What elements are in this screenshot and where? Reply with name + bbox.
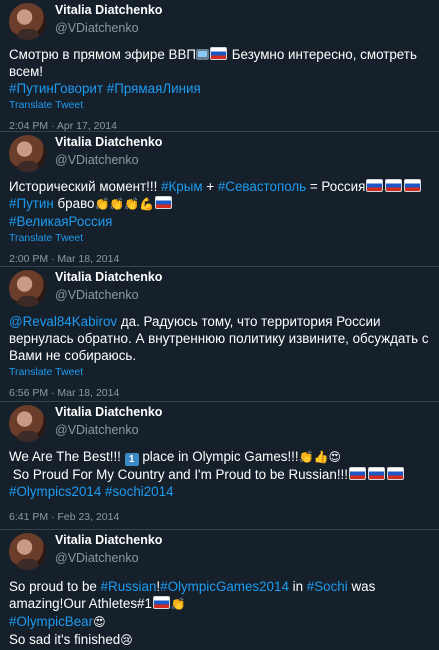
russia-flag-icon (210, 47, 228, 60)
tweet-text: Смотрю в прямом эфире ВВП Безумно интере… (9, 47, 421, 96)
russia-flag-icon (155, 196, 173, 209)
clapping-hands-icon: 👏 (170, 597, 186, 611)
tweet[interactable]: Vitalia Diatchenko @VDiatchenko @Reval84… (0, 267, 439, 402)
tweet[interactable]: Vitalia Diatchenko @VDiatchenko Смотрю в… (0, 0, 439, 132)
russia-flag-icon (152, 596, 170, 609)
thumbs-up-icon: 👍 (313, 450, 329, 464)
hashtag-link[interactable]: #Путин (9, 196, 54, 211)
avatar[interactable] (9, 405, 46, 442)
hashtag-link[interactable]: #ВеликаяРоссия (9, 214, 112, 229)
tweet[interactable]: Vitalia Diatchenko @VDiatchenko Историче… (0, 132, 439, 267)
author-handle[interactable]: @VDiatchenko (55, 153, 139, 167)
flexed-biceps-icon: 💪 (139, 197, 155, 211)
avatar[interactable] (9, 3, 46, 40)
tv-icon (196, 49, 210, 60)
avatar[interactable] (9, 270, 46, 307)
author-handle[interactable]: @VDiatchenko (55, 423, 139, 437)
sad-face-icon: 😢 (120, 633, 133, 647)
author-handle[interactable]: @VDiatchenko (55, 21, 139, 35)
russia-flag-icon (348, 467, 366, 480)
tweet[interactable]: Vitalia Diatchenko @VDiatchenko We Are T… (0, 402, 439, 530)
author-name[interactable]: Vitalia Diatchenko (55, 270, 162, 284)
keycap-one-icon: 1 (124, 453, 139, 466)
hashtag-link[interactable]: #Russian (101, 579, 157, 594)
hashtag-link[interactable]: #Olympics2014 (9, 484, 101, 499)
russia-flag-icon (386, 467, 404, 480)
hashtag-link[interactable]: #ПутинГоворит (9, 81, 103, 96)
russia-flag-icon (366, 179, 384, 192)
author-name[interactable]: Vitalia Diatchenko (55, 533, 162, 547)
heart-eyes-icon: 😍 (328, 450, 342, 464)
heart-eyes-icon: 😍 (93, 615, 106, 629)
hashtag-link[interactable]: #Крым (161, 179, 203, 194)
hashtag-link[interactable]: #OlympicBear (9, 614, 93, 629)
translate-tweet-link[interactable]: Translate Tweet (9, 99, 431, 111)
translate-tweet-link[interactable]: Translate Tweet (9, 366, 431, 378)
tweet-text: So proud to be #Russian!#OlympicGames201… (9, 579, 380, 647)
hashtag-link[interactable]: #ПрямаяЛиния (107, 81, 201, 96)
clapping-hands-icon: 👏 (298, 450, 314, 464)
author-name[interactable]: Vitalia Diatchenko (55, 3, 162, 17)
tweet-timestamp[interactable]: 2:04 PM · Apr 17, 2014 (9, 120, 431, 132)
tweet-timestamp[interactable]: 6:41 PM · Feb 23, 2014 (9, 511, 431, 523)
hashtag-link[interactable]: #OlympicGames2014 (160, 579, 289, 594)
translate-tweet-link[interactable]: Translate Tweet (9, 232, 431, 244)
tweet-text: @Reval84Kabirov да. Радуюсь тому, что те… (9, 314, 433, 363)
russia-flag-icon (367, 467, 385, 480)
hashtag-link[interactable]: #sochi2014 (105, 484, 174, 499)
tweet-text: Исторический момент!!! #Крым + #Севастоп… (9, 178, 431, 230)
clapping-hands-icon: 👏👏👏 (94, 197, 140, 211)
avatar[interactable] (9, 135, 46, 172)
russia-flag-icon (404, 179, 422, 192)
russia-flag-icon (385, 179, 403, 192)
tweet-text: We Are The Best!!! 1 place in Olympic Ga… (9, 448, 431, 500)
author-name[interactable]: Vitalia Diatchenko (55, 135, 162, 149)
tweet-timestamp[interactable]: 2:00 PM · Mar 18, 2014 (9, 253, 431, 265)
author-handle[interactable]: @VDiatchenko (55, 288, 139, 302)
hashtag-link[interactable]: #Sochi (307, 579, 348, 594)
hashtag-link[interactable]: #Севастополь (218, 179, 306, 194)
tweet-timestamp[interactable]: 6:56 PM · Mar 18, 2014 (9, 387, 431, 399)
tweet[interactable]: Vitalia Diatchenko @VDiatchenko So proud… (0, 530, 439, 650)
avatar[interactable] (9, 533, 46, 570)
author-name[interactable]: Vitalia Diatchenko (55, 405, 162, 419)
author-handle[interactable]: @VDiatchenko (55, 551, 139, 565)
mention-link[interactable]: @Reval84Kabirov (9, 314, 117, 329)
